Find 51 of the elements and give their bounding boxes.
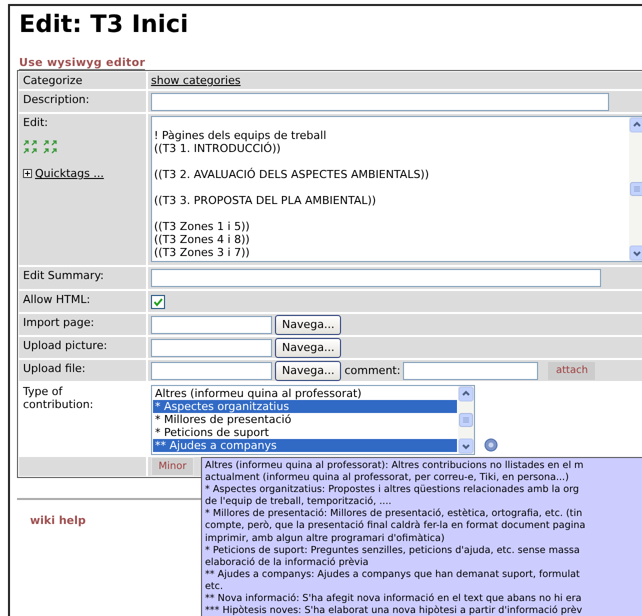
scroll-thumb[interactable] (630, 182, 642, 196)
field-label: Edit Summary: (23, 269, 105, 282)
list-option[interactable]: * Aspectes organitzatius (153, 400, 457, 413)
expand-icon (23, 169, 32, 178)
tooltip-line: compte, però, que la presentació final caldrà fer-la en format document pagina (205, 520, 586, 533)
field-label: Upload picture: (23, 339, 108, 352)
edit-textarea[interactable]: ! Pàgines dels equips de treball ((T3 1. INTRODUCCIÓ)) ((T3 2. AVALUACIÓ DELS ASPECTES AMBIENTALS)) ((T3 3. PROPOSTA DEL PLA AMBIENTAL)) ((T3 Zones 1 i 5)) ((T3 Zones 4 i 8)) ((T3 Zones 3 i 7)) (151, 116, 642, 262)
tooltip-line: * Peticions de suport: Preguntes senzilles, peticions d'ajuda, etc. sense massa (205, 544, 580, 557)
contribution-listbox[interactable]: Altres (informeu quina al professorat) * Aspectes organitzatius * Millores de presentació * Peticions de suport ** Ajudes a companys (151, 385, 475, 455)
tooltip-line: *** Hipòtesis noves: S'ha elaborat una nova hipòtesi a partir d'informació prèv (205, 605, 582, 616)
file-path-field[interactable] (151, 316, 272, 334)
file-path-field[interactable] (151, 338, 272, 356)
browse-button[interactable]: Navega... (275, 314, 342, 334)
tooltip-line: etc. (205, 580, 223, 594)
scroll-down-icon[interactable] (629, 245, 642, 261)
show-categories-link[interactable]: show categories (151, 74, 241, 87)
scroll-up-icon[interactable] (458, 386, 474, 402)
tooltip-line: Altres (informeu quina al professorat): Altres contribucions no llistades en el m (205, 460, 584, 472)
resize-arrows-icon[interactable] (23, 139, 57, 155)
file-path-field[interactable] (151, 362, 272, 380)
tooltip-line: * Millores de presentació: Millores de presentació, estètica, ortografia, etc. (tin (205, 508, 582, 520)
comment-label: comment: (344, 364, 400, 377)
scroll-thumb[interactable] (459, 413, 473, 427)
tooltip-line: ** Nova informació: S'ha afegit nova informació en el text que abans no hi era (205, 593, 582, 605)
quicktags-link[interactable]: Quicktags ... (23, 167, 142, 180)
tooltip-line: de l'equip de treball, temporització, .... (205, 496, 392, 508)
wiki-help-heading: wiki help (30, 514, 86, 527)
allow-html-checkbox[interactable] (151, 294, 165, 308)
tooltip-line: * Aspectes organitzatius: Propostes i altres qüestions relacionades amb la org (205, 484, 579, 496)
browse-button[interactable]: Navega... (275, 360, 342, 380)
tooltip-line: ** Ajudes a companys: Ajudes a companys que han demanat suport, formulat (205, 568, 580, 581)
field-label: Upload file: (23, 362, 86, 375)
field-label: Import page: (23, 316, 96, 329)
field-label: Description: (23, 93, 90, 106)
list-option[interactable]: ** Ajudes a companys (153, 439, 457, 452)
browse-button[interactable]: Navega... (275, 338, 342, 358)
page-title: Edit: T3 Inici (18, 9, 190, 40)
scroll-down-icon[interactable] (458, 438, 474, 454)
description-field[interactable] (151, 92, 609, 110)
attach-button[interactable]: attach (547, 360, 596, 380)
tooltip-line: elaboració de la informació prèvia (205, 556, 369, 569)
field-label: Allow HTML: (23, 293, 92, 306)
field-label: Categorize (23, 74, 84, 87)
help-icon[interactable] (484, 438, 498, 452)
minor-button[interactable]: Minor (151, 457, 194, 476)
comment-field[interactable] (403, 362, 538, 380)
field-label: Edit: (23, 116, 50, 129)
edit-summary-field[interactable] (151, 269, 601, 287)
tooltip-line: actualment (informeu quina al professorat, per correu-e, Tiki, en persona...) (205, 472, 569, 484)
scroll-up-icon[interactable] (629, 117, 642, 133)
tooltip-line: imprimir, amb algun altre programari d'ofimàtica) (205, 532, 445, 545)
